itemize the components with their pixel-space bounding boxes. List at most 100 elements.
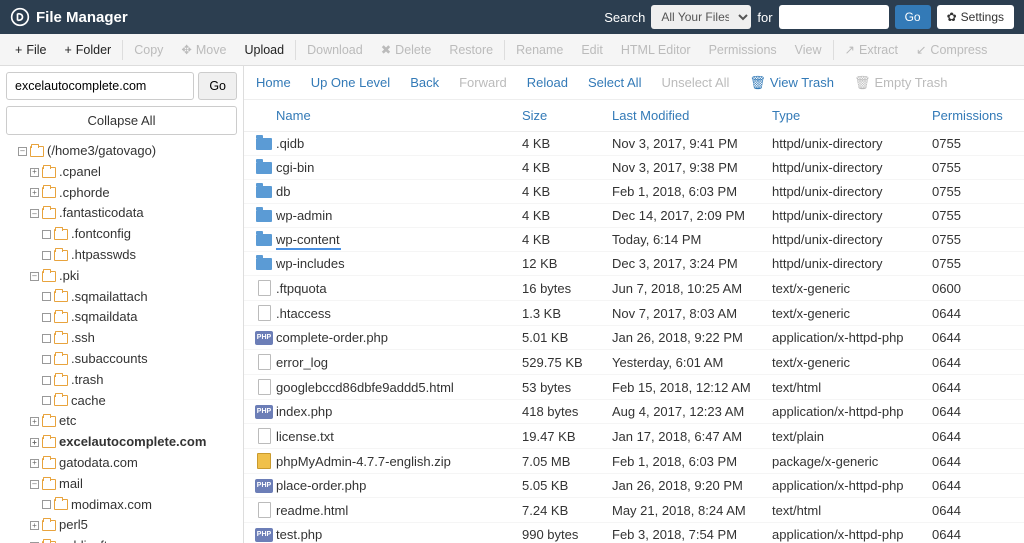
toolbar-move: ✥Move xyxy=(172,34,235,66)
file-icon xyxy=(258,354,271,370)
file-type: httpd/unix-directory xyxy=(772,160,932,175)
search-go-button[interactable]: Go xyxy=(895,5,931,29)
file-type: text/plain xyxy=(772,429,932,444)
path-input[interactable] xyxy=(6,72,194,100)
file-row[interactable]: .htaccess1.3 KBNov 7, 2017, 8:03 AMtext/… xyxy=(244,301,1024,326)
folder-icon xyxy=(256,210,272,222)
file-modified: Nov 3, 2017, 9:38 PM xyxy=(612,160,772,175)
subbar-select-all[interactable]: Select All xyxy=(588,75,641,90)
file-name: wp-admin xyxy=(276,208,522,223)
folder-icon xyxy=(256,258,272,270)
trash-icon: 🗑 xyxy=(854,75,871,91)
tree-node[interactable]: .fontconfig xyxy=(6,224,237,245)
file-row[interactable]: PHPtest.php990 bytesFeb 3, 2018, 7:54 PM… xyxy=(244,523,1024,543)
toolbar-html-editor: HTML Editor xyxy=(612,34,700,66)
file-type: text/x-generic xyxy=(772,281,932,296)
toolbar-permissions: Permissions xyxy=(700,34,786,66)
col-type[interactable]: Type xyxy=(772,108,932,123)
file-row[interactable]: wp-admin4 KBDec 14, 2017, 2:09 PMhttpd/u… xyxy=(244,204,1024,228)
col-permissions[interactable]: Permissions xyxy=(932,108,1012,123)
file-modified: Jan 17, 2018, 6:47 AM xyxy=(612,429,772,444)
tree-node[interactable]: .subaccounts xyxy=(6,349,237,370)
file-icon xyxy=(258,305,271,321)
tree-node[interactable]: cache xyxy=(6,391,237,412)
toolbar-download: Download xyxy=(298,34,372,66)
folder-icon xyxy=(54,333,68,344)
file-row[interactable]: error_log529.75 KBYesterday, 6:01 AMtext… xyxy=(244,350,1024,375)
search-scope-select[interactable]: All Your Files xyxy=(651,5,751,29)
tree-node[interactable]: +public_ftp xyxy=(6,536,237,543)
tree-node[interactable]: +.cpanel xyxy=(6,162,237,183)
subbar-home[interactable]: Home xyxy=(256,75,291,90)
settings-button[interactable]: ✿Settings xyxy=(937,5,1014,29)
file-row[interactable]: phpMyAdmin-4.7.7-english.zip7.05 MBFeb 1… xyxy=(244,449,1024,474)
file-list: .qidb4 KBNov 3, 2017, 9:41 PMhttpd/unix-… xyxy=(244,132,1024,543)
tree-node[interactable]: .sqmailattach xyxy=(6,287,237,308)
file-row[interactable]: db4 KBFeb 1, 2018, 6:03 PMhttpd/unix-dir… xyxy=(244,180,1024,204)
folder-icon xyxy=(42,271,56,282)
tree-node[interactable]: .sqmaildata xyxy=(6,307,237,328)
file-name: test.php xyxy=(276,527,522,542)
file-size: 53 bytes xyxy=(522,380,612,395)
zip-icon xyxy=(257,453,271,469)
path-go-button[interactable]: Go xyxy=(198,72,237,100)
tree-node[interactable]: +perl5 xyxy=(6,515,237,536)
tree-node[interactable]: .ssh xyxy=(6,328,237,349)
file-icon xyxy=(258,502,271,518)
file-row[interactable]: PHPplace-order.php5.05 KBJan 26, 2018, 9… xyxy=(244,474,1024,498)
tree-node[interactable]: .trash xyxy=(6,370,237,391)
tree-node[interactable]: –.pki xyxy=(6,266,237,287)
tree-node[interactable]: –.fantasticodata xyxy=(6,203,237,224)
subbar-view-trash[interactable]: 🗑View Trash xyxy=(749,75,834,91)
tree-node[interactable]: +.cphorde xyxy=(6,183,237,204)
toolbar-icon: ↗ xyxy=(845,42,855,57)
file-row[interactable]: cgi-bin4 KBNov 3, 2017, 9:38 PMhttpd/uni… xyxy=(244,156,1024,180)
file-icon xyxy=(258,280,271,296)
tree-node[interactable]: –mail xyxy=(6,474,237,495)
subbar-back[interactable]: Back xyxy=(410,75,439,90)
search-input[interactable] xyxy=(779,5,889,29)
file-name: .qidb xyxy=(276,136,522,151)
tree-root[interactable]: –(/home3/gatovago) xyxy=(6,141,237,162)
toolbar-upload[interactable]: Upload xyxy=(235,34,293,66)
file-row[interactable]: readme.html7.24 KBMay 21, 2018, 8:24 AMt… xyxy=(244,498,1024,523)
file-row[interactable]: PHPcomplete-order.php5.01 KBJan 26, 2018… xyxy=(244,326,1024,350)
col-modified[interactable]: Last Modified xyxy=(612,108,772,123)
file-permissions: 0755 xyxy=(932,184,1012,199)
file-row[interactable]: .qidb4 KBNov 3, 2017, 9:41 PMhttpd/unix-… xyxy=(244,132,1024,156)
file-row[interactable]: .ftpquota16 bytesJun 7, 2018, 10:25 AMte… xyxy=(244,276,1024,301)
file-row[interactable]: wp-includes12 KBDec 3, 2017, 3:24 PMhttp… xyxy=(244,252,1024,276)
file-row[interactable]: wp-content4 KBToday, 6:14 PMhttpd/unix-d… xyxy=(244,228,1024,252)
file-icon xyxy=(258,428,271,444)
file-type: httpd/unix-directory xyxy=(772,208,932,223)
file-row[interactable]: googlebccd86dbfe9addd5.html53 bytesFeb 1… xyxy=(244,375,1024,400)
file-modified: Feb 3, 2018, 7:54 PM xyxy=(612,527,772,542)
file-type: application/x-httpd-php xyxy=(772,330,932,345)
file-name: index.php xyxy=(276,404,522,419)
file-permissions: 0644 xyxy=(932,527,1012,542)
collapse-all-button[interactable]: Collapse All xyxy=(6,106,237,135)
col-size[interactable]: Size xyxy=(522,108,612,123)
subbar-up-one-level[interactable]: Up One Level xyxy=(311,75,391,90)
tree-node[interactable]: +excelautocomplete.com xyxy=(6,432,237,453)
folder-icon xyxy=(54,312,68,323)
file-type: httpd/unix-directory xyxy=(772,184,932,199)
sub-toolbar: HomeUp One LevelBackForwardReloadSelect … xyxy=(244,66,1024,100)
app-title: File Manager xyxy=(36,9,128,26)
file-type: text/html xyxy=(772,503,932,518)
file-modified: Feb 1, 2018, 6:03 PM xyxy=(612,454,772,469)
tree-node[interactable]: +gatodata.com xyxy=(6,453,237,474)
subbar-reload[interactable]: Reload xyxy=(527,75,568,90)
tree-node[interactable]: +etc xyxy=(6,411,237,432)
col-name[interactable]: Name xyxy=(276,108,522,123)
tree-node[interactable]: modimax.com xyxy=(6,495,237,516)
file-row[interactable]: license.txt19.47 KBJan 17, 2018, 6:47 AM… xyxy=(244,424,1024,449)
tree-node[interactable]: .htpasswds xyxy=(6,245,237,266)
file-size: 4 KB xyxy=(522,184,612,199)
cpanel-icon xyxy=(10,7,30,27)
file-modified: Aug 4, 2017, 12:23 AM xyxy=(612,404,772,419)
file-row[interactable]: PHPindex.php418 bytesAug 4, 2017, 12:23 … xyxy=(244,400,1024,424)
toolbar-folder[interactable]: +Folder xyxy=(55,34,120,66)
toolbar-file[interactable]: +File xyxy=(6,34,55,66)
subbar-empty-trash: 🗑Empty Trash xyxy=(854,75,947,91)
